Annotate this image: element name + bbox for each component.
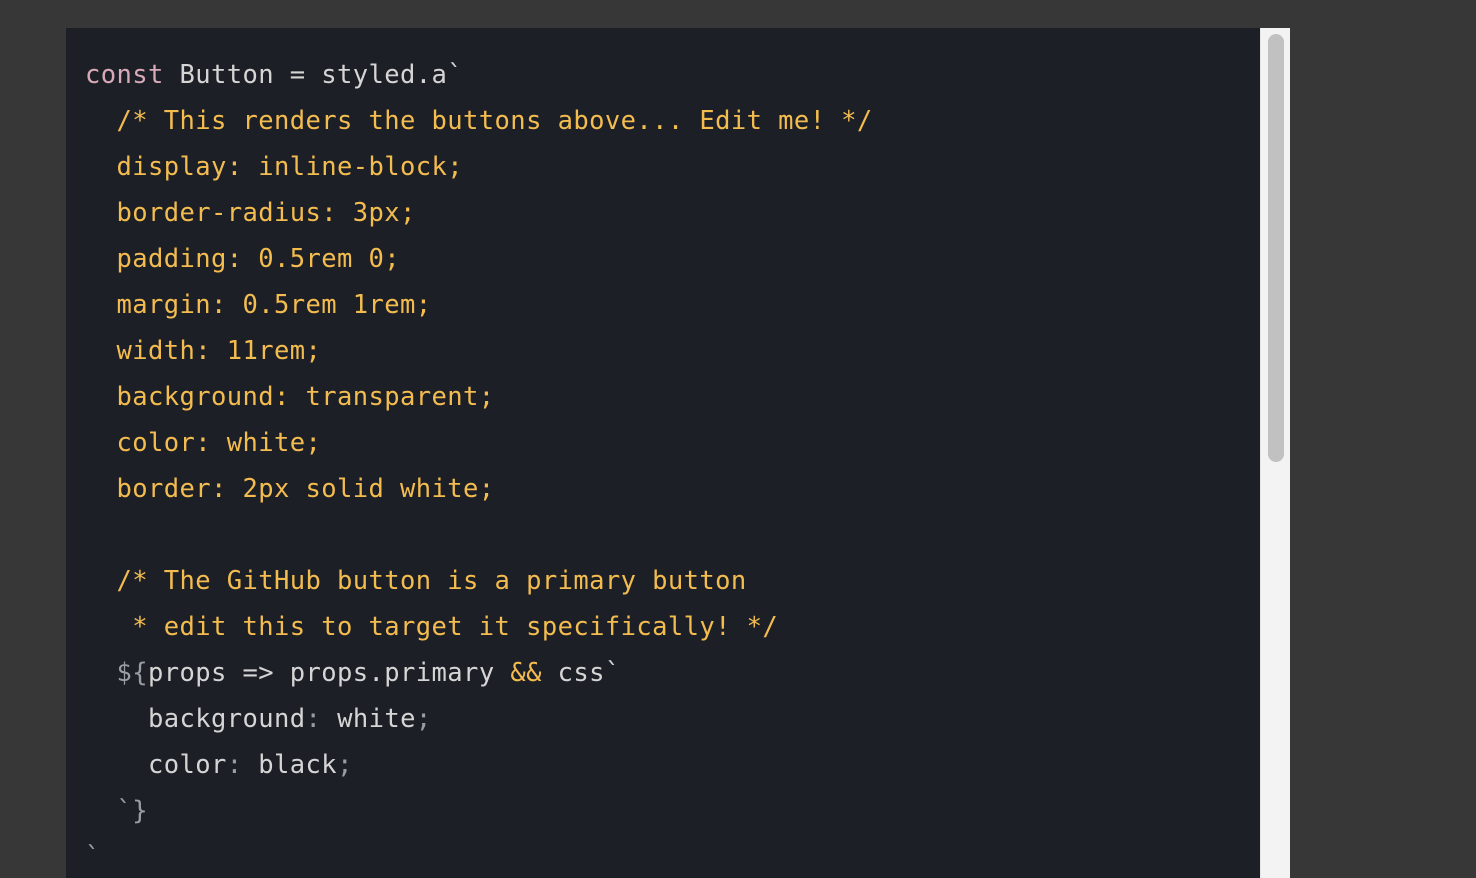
- code-token: Button = styled.a`: [163, 60, 464, 90]
- code-line: background: transparent;: [66, 374, 873, 420]
- code-editor[interactable]: const Button = styled.a` /* This renders…: [66, 28, 1260, 878]
- vertical-scrollbar[interactable]: [1260, 28, 1290, 878]
- code-token: color: white;: [85, 428, 322, 458]
- code-line: background: white;: [66, 696, 873, 742]
- code-token: width: 11rem;: [85, 336, 322, 366]
- code-token: display: inline-block;: [85, 152, 464, 182]
- code-token: padding: 0.5rem 0;: [85, 244, 401, 274]
- code-token: background: transparent;: [85, 382, 495, 412]
- code-line: margin: 0.5rem 1rem;: [66, 282, 873, 328]
- code-line: * edit this to target it specifically! *…: [66, 604, 873, 650]
- code-token: `}: [85, 796, 149, 826]
- code-token: ${: [85, 658, 149, 688]
- code-content[interactable]: const Button = styled.a` /* This renders…: [66, 52, 873, 878]
- code-token: background: [85, 704, 306, 734]
- code-line: color: black;: [66, 742, 873, 788]
- code-token: color: [85, 750, 227, 780]
- code-token: ;: [337, 750, 353, 780]
- code-token: /* The GitHub button is a primary button: [85, 566, 747, 596]
- code-line: `: [66, 834, 873, 878]
- code-token: white: [321, 704, 416, 734]
- code-token: :: [305, 704, 322, 734]
- code-line: border-radius: 3px;: [66, 190, 873, 236]
- code-line: /* The GitHub button is a primary button: [66, 558, 873, 604]
- code-line: `}: [66, 788, 873, 834]
- code-line: color: white;: [66, 420, 873, 466]
- code-token: ;: [415, 704, 432, 734]
- code-line: ${props => props.primary && css`: [66, 650, 873, 696]
- code-line: const Button = styled.a`: [66, 52, 873, 98]
- code-token: &&: [510, 658, 542, 688]
- code-line: display: inline-block;: [66, 144, 873, 190]
- code-token: border: 2px solid white;: [85, 474, 495, 504]
- code-line: /* This renders the buttons above... Edi…: [66, 98, 873, 144]
- code-token: props => props.primary: [148, 658, 511, 688]
- code-token: /* This renders the buttons above... Edi…: [85, 106, 873, 136]
- code-token: border-radius: 3px;: [85, 198, 416, 228]
- code-token: margin: 0.5rem 1rem;: [85, 290, 432, 320]
- code-token: const: [85, 60, 164, 90]
- code-token: `: [85, 842, 101, 872]
- code-line: padding: 0.5rem 0;: [66, 236, 873, 282]
- code-token: :: [226, 750, 243, 780]
- code-line: border: 2px solid white;: [66, 466, 873, 512]
- code-token: css`: [541, 658, 621, 688]
- code-line: width: 11rem;: [66, 328, 873, 374]
- code-token: black: [242, 750, 338, 780]
- code-token: * edit this to target it specifically! *…: [85, 612, 779, 642]
- scrollbar-thumb[interactable]: [1268, 34, 1284, 462]
